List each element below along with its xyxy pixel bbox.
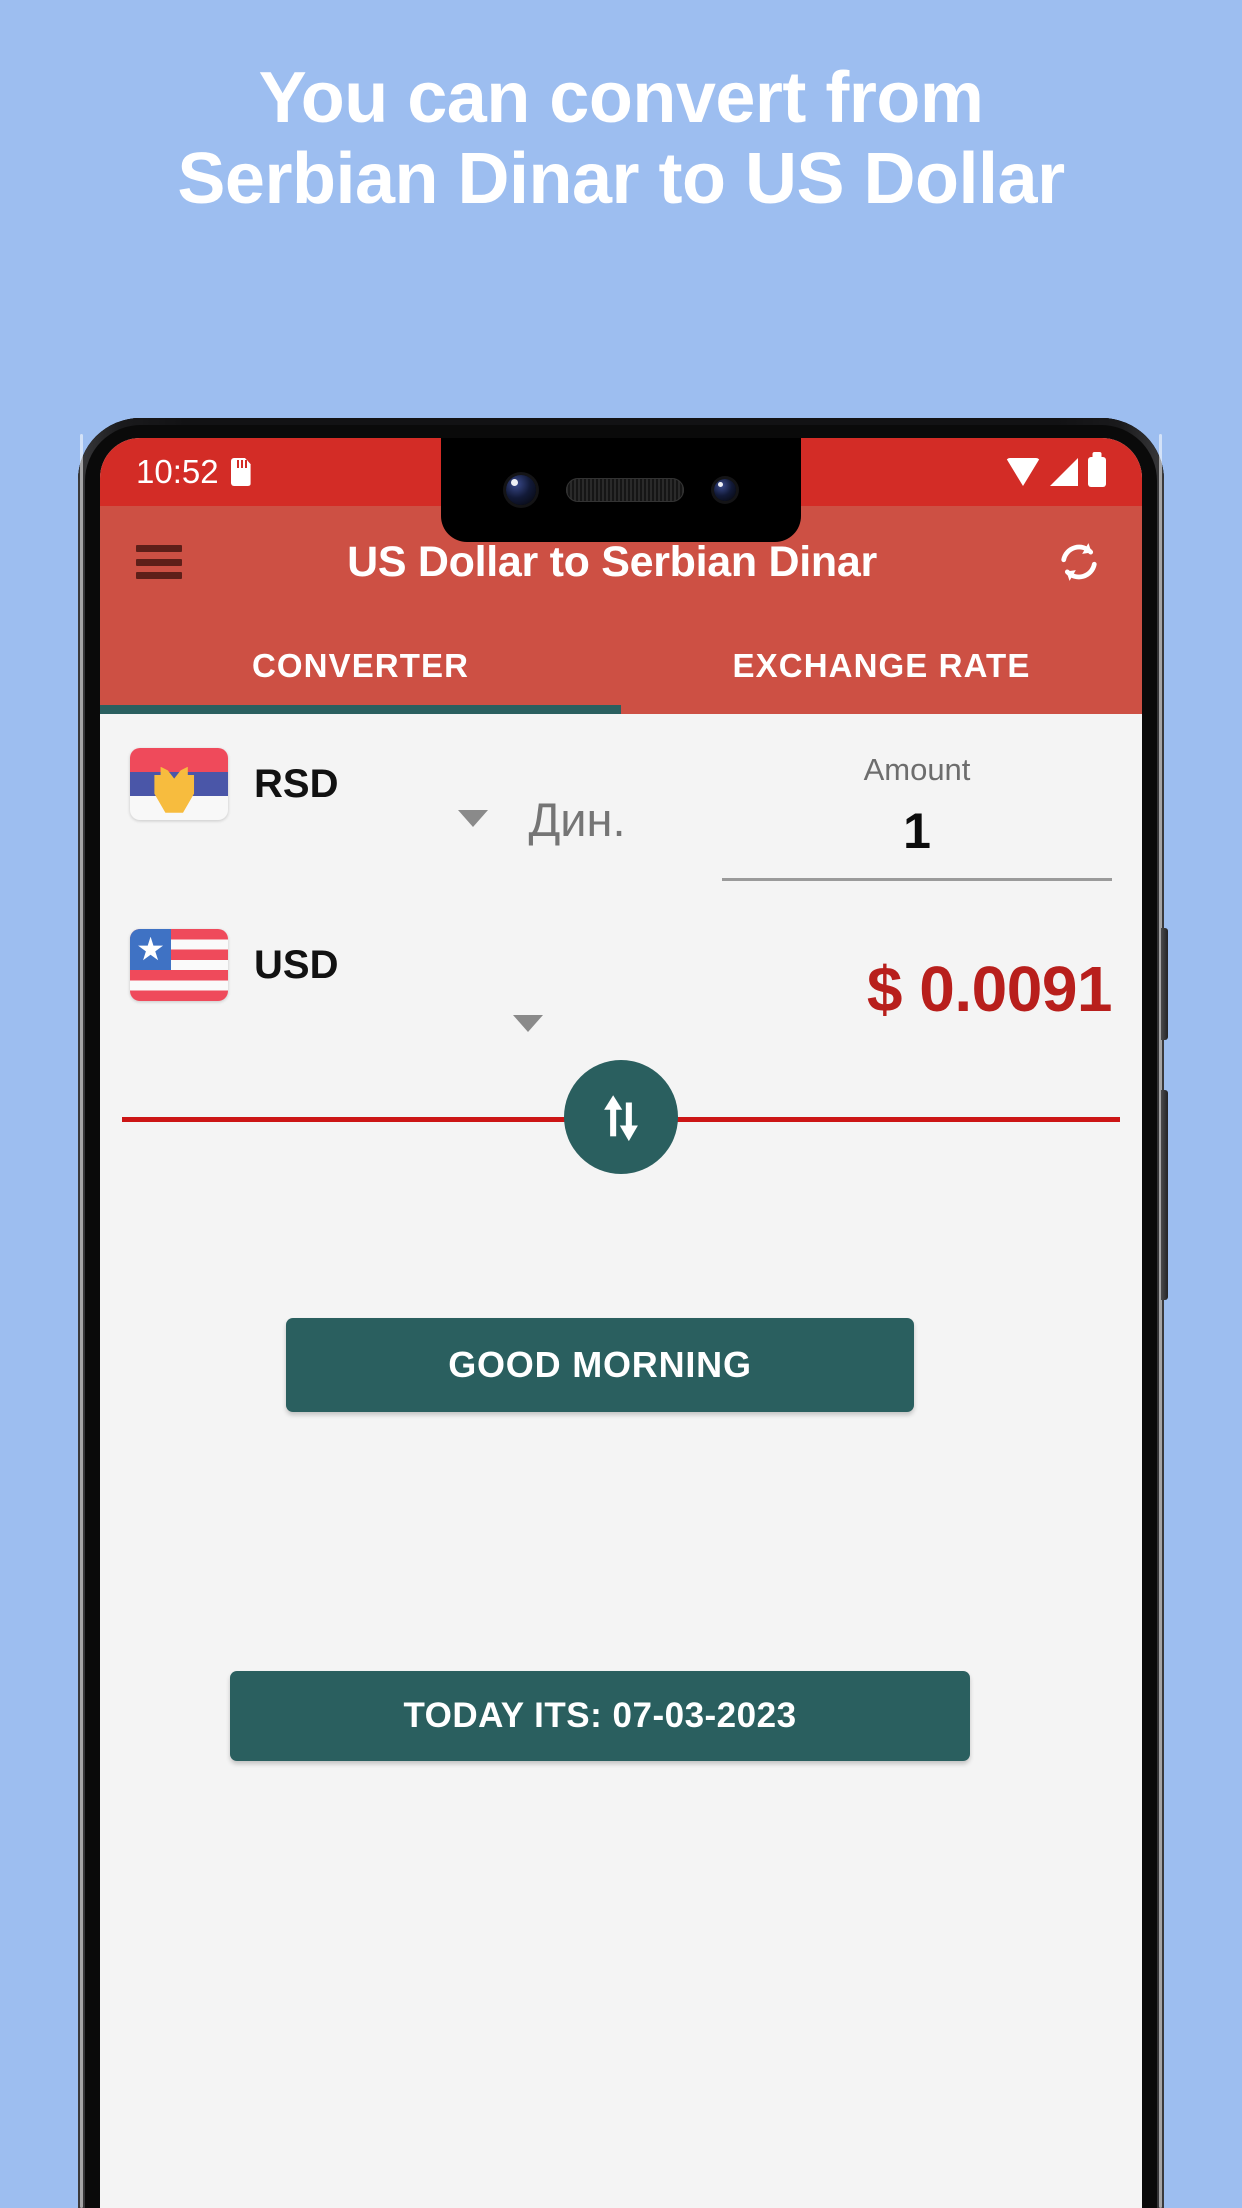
swap-currencies-button[interactable] xyxy=(564,1060,678,1174)
chevron-down-icon xyxy=(513,1015,544,1032)
from-currency-dropdown[interactable] xyxy=(458,810,489,827)
swap-vertical-icon xyxy=(604,1095,638,1142)
conversion-result: $ 0.0091 xyxy=(866,953,1113,1025)
wifi-icon xyxy=(1006,458,1040,486)
to-currency-code: USD xyxy=(254,943,339,987)
page-title: US Dollar to Serbian Dinar xyxy=(347,537,877,586)
promo-headline: You can convert from Serbian Dinar to US… xyxy=(0,58,1242,219)
tab-converter[interactable]: CONVERTER xyxy=(100,618,621,714)
earpiece-speaker xyxy=(566,478,684,502)
power-button[interactable] xyxy=(1161,928,1168,1040)
status-bar-right xyxy=(1006,457,1142,487)
display-notch xyxy=(441,438,801,542)
from-currency-code: RSD xyxy=(254,762,339,806)
status-bar-left: 10:52 xyxy=(100,453,251,491)
status-bar-clock: 10:52 xyxy=(136,453,219,490)
to-currency-dropdown[interactable] xyxy=(513,1015,544,1032)
from-currency-row: RSD Дин. Amount 1 xyxy=(100,714,1142,881)
battery-icon xyxy=(1088,457,1106,487)
serbia-flag-icon xyxy=(130,748,228,820)
converter-panel: RSD Дин. Amount 1 USD $ 0.0091 GOOD MORN… xyxy=(100,714,1142,2208)
front-camera-icon xyxy=(506,475,536,505)
refresh-icon[interactable] xyxy=(1052,535,1106,589)
amount-field-group: Amount 1 xyxy=(722,748,1112,881)
greeting-button[interactable]: GOOD MORNING xyxy=(286,1318,914,1412)
tab-bar: CONVERTER EXCHANGE RATE xyxy=(100,618,1142,714)
tab-exchange-rate[interactable]: EXCHANGE RATE xyxy=(621,618,1142,714)
promo-headline-line1: You can convert from xyxy=(258,58,984,138)
sd-card-icon xyxy=(230,458,251,486)
chevron-down-icon xyxy=(458,810,489,827)
phone-device-frame: 10:52 US Dollar to Serbian Dinar CONVERT… xyxy=(78,418,1168,2208)
signal-icon xyxy=(1050,458,1078,486)
swap-divider-area xyxy=(100,1060,1142,1174)
from-currency-symbol: Дин. xyxy=(528,793,626,846)
device-edge-highlight-right xyxy=(1159,434,1162,2208)
usa-flag-icon xyxy=(130,929,228,1001)
secondary-front-camera-icon xyxy=(714,479,736,501)
amount-input[interactable]: 1 xyxy=(722,802,1112,881)
today-date-button[interactable]: TODAY ITS: 07-03-2023 xyxy=(230,1671,970,1761)
volume-button[interactable] xyxy=(1161,1090,1168,1300)
amount-label: Amount xyxy=(863,752,971,787)
phone-screen: 10:52 US Dollar to Serbian Dinar CONVERT… xyxy=(100,438,1142,2208)
promo-headline-line2: Serbian Dinar to US Dollar xyxy=(177,138,1065,219)
device-edge-highlight-left xyxy=(80,434,83,2208)
